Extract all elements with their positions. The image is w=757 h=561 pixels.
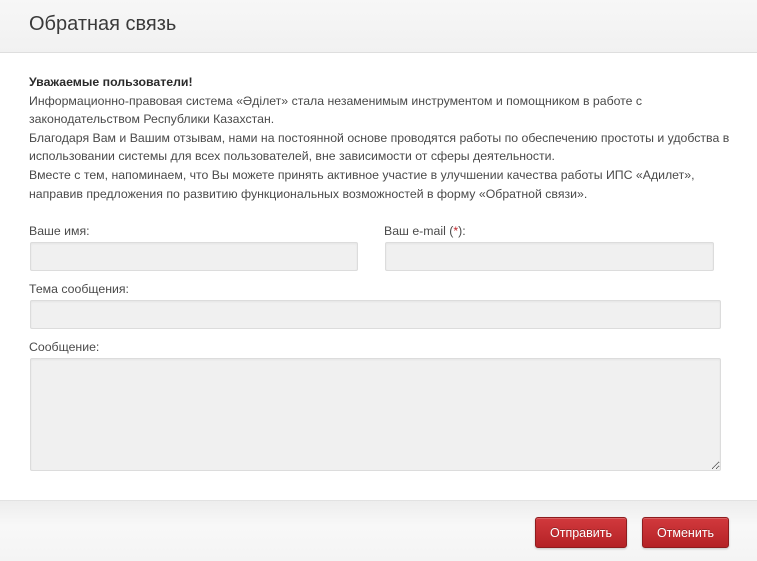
intro-text: Уважаемые пользователи! Информационно-пр…: [29, 73, 741, 203]
dialog-title: Обратная связь: [29, 13, 177, 35]
email-label: Ваш e-mail (*):: [384, 224, 466, 238]
name-label: Ваше имя:: [29, 224, 90, 238]
message-textarea[interactable]: [30, 358, 721, 471]
intro-paragraph-3: Вместе с тем, напоминаем, что Вы можете …: [29, 167, 695, 201]
subject-input[interactable]: [30, 300, 721, 329]
message-label: Сообщение:: [29, 340, 100, 354]
intro-paragraph-2: Благодаря Вам и Вашим отзывам, нами на п…: [29, 130, 730, 164]
email-label-prefix: Ваш e-mail (: [384, 224, 454, 238]
dialog-body: Уважаемые пользователи! Информационно-пр…: [0, 53, 757, 500]
email-input[interactable]: [385, 242, 714, 271]
dialog-header: Обратная связь: [0, 0, 757, 53]
feedback-dialog: Обратная связь Уважаемые пользователи! И…: [0, 0, 757, 561]
intro-heading: Уважаемые пользователи!: [29, 75, 193, 89]
name-input[interactable]: [30, 242, 358, 271]
submit-button[interactable]: Отправить: [535, 517, 627, 548]
subject-label: Тема сообщения:: [29, 282, 129, 296]
email-label-suffix: ):: [458, 224, 466, 238]
cancel-button[interactable]: Отменить: [642, 517, 729, 548]
dialog-footer: Отправить Отменить: [0, 500, 757, 561]
intro-paragraph-1: Информационно-правовая система «Әділет» …: [29, 93, 643, 127]
